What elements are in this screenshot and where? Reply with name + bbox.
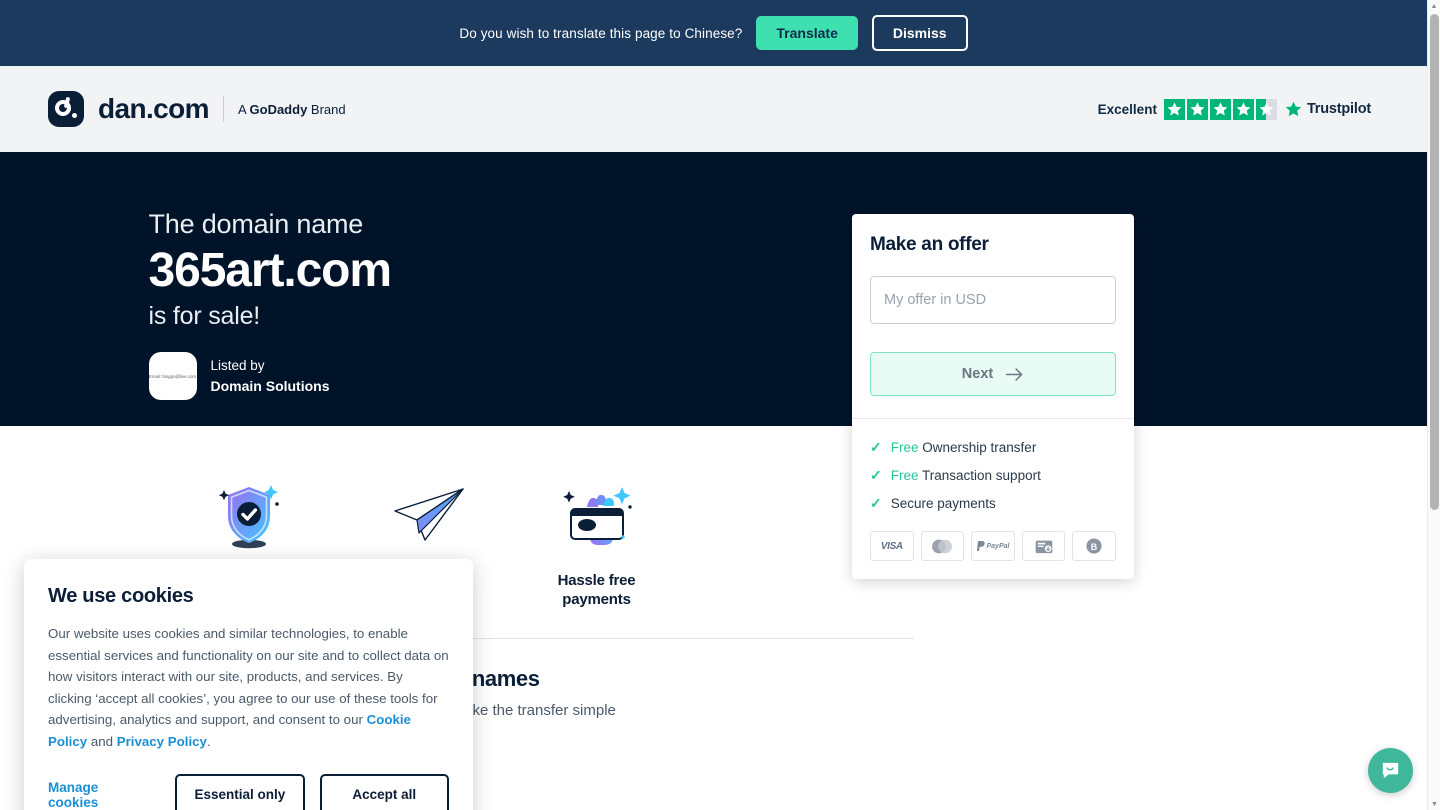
dismiss-button[interactable]: Dismiss [871,15,968,51]
payment-methods: VISA PayPal B [870,531,1116,561]
card-hand-icon [507,476,687,554]
hero-section: The domain name 365art.com is for sale! … [0,152,1427,428]
trustpilot-stars [1163,98,1277,120]
hero-copy: The domain name 365art.com is for sale! [149,209,669,331]
shield-check-icon [159,476,339,554]
benefit-text: Ownership transfer [922,439,1037,455]
hero-subtitle-top: The domain name [148,209,364,239]
scrollbar-thumb[interactable] [1430,14,1439,510]
mastercard-icon [920,531,965,561]
seller-info: Email: bingpo@live.com Listed by Domain … [148,352,330,400]
benefit-text: Secure payments [890,495,996,511]
bitcoin-icon: B [1072,531,1116,561]
star-icon [1186,98,1208,120]
trustpilot-logo: Trustpilot [1284,100,1371,119]
benefit-free-label: Free [890,467,919,483]
seller-listed-by-label: Listed by [210,358,265,374]
translate-banner: Do you wish to translate this page to Ch… [0,0,1427,66]
godaddy-brand-label: A GoDaddy Brand [237,101,346,117]
seller-name: Domain Solutions [210,377,330,394]
feature-secure [159,476,339,572]
accept-all-button[interactable]: Accept all [319,774,449,810]
paypal-icon: PayPal [971,531,1015,561]
cookie-banner-title: We use cookies [48,585,194,607]
essential-only-button[interactable]: Essential only [175,774,305,810]
offer-amount-input[interactable] [870,276,1116,324]
benefit-item: ✓ Free Ownership transfer [870,433,1116,461]
scroll-down-arrow-icon[interactable]: ▼ [1428,798,1440,810]
trustpilot-name: Trustpilot [1306,101,1371,117]
benefit-item: ✓ Secure payments [870,489,1116,517]
chat-bubble-icon [1382,762,1399,779]
dan-logo-icon [48,91,84,127]
offer-card-title: Make an offer [870,234,989,255]
benefit-free-label: Free [890,439,919,455]
avatar: Email: bingpo@live.com [148,352,197,400]
star-icon [1209,98,1231,120]
feature-label: Hassle free payments [557,572,636,608]
paper-plane-icon [334,476,514,554]
check-icon: ✓ [870,467,882,483]
manage-cookies-link[interactable]: Manage cookies [48,780,144,810]
check-icon: ✓ [870,439,882,455]
translate-button[interactable]: Translate [756,16,858,50]
trustpilot-star-icon [1285,101,1302,116]
benefit-item: ✓ Free Transaction support [870,461,1116,489]
svg-text:B: B [1091,542,1098,552]
translate-banner-message: Do you wish to translate this page to Ch… [459,25,743,41]
hero-subtitle-bottom: is for sale! [148,301,261,330]
privacy-policy-link[interactable]: Privacy Policy [117,734,207,749]
brand-logo[interactable]: dan.com A GoDaddy Brand [48,91,346,127]
star-icon [1232,98,1254,120]
benefit-text: Transaction support [922,467,1041,483]
half-star-icon [1255,98,1277,120]
visa-icon: VISA [870,531,914,561]
trustpilot-rating-label: Excellent [1097,101,1157,117]
cookie-consent-banner: We use cookies Our website uses cookies … [24,559,473,810]
vertical-scrollbar[interactable]: ▲ ▼ [1427,0,1440,810]
logo-wordmark: dan.com [98,93,210,124]
chat-widget-button[interactable] [1368,748,1413,793]
star-icon [1163,98,1185,120]
feature-hassle-free-payments: Hassle free payments [507,476,687,610]
scroll-up-arrow-icon[interactable]: ▲ [1428,0,1440,12]
make-offer-card: Make an offer Next ✓ Free Ownership tran… [852,214,1134,579]
page-title: 365art.com [148,244,393,297]
site-header: dan.com A GoDaddy Brand Excellent Trustp… [0,66,1427,152]
logo-divider [222,96,224,122]
page-root: Do you wish to translate this page to Ch… [0,0,1440,810]
avatar-text: Email: bingpo@live.com [148,373,197,379]
next-button-label: Next [961,366,994,382]
arrow-right-icon [1006,367,1023,381]
check-icon: ✓ [870,495,882,511]
next-button[interactable]: Next [870,352,1116,396]
bank-transfer-icon [1021,531,1066,561]
cookie-banner-text: Our website uses cookies and similar tec… [48,626,449,749]
trustpilot-widget[interactable]: Excellent Trustpilot [1097,98,1371,120]
